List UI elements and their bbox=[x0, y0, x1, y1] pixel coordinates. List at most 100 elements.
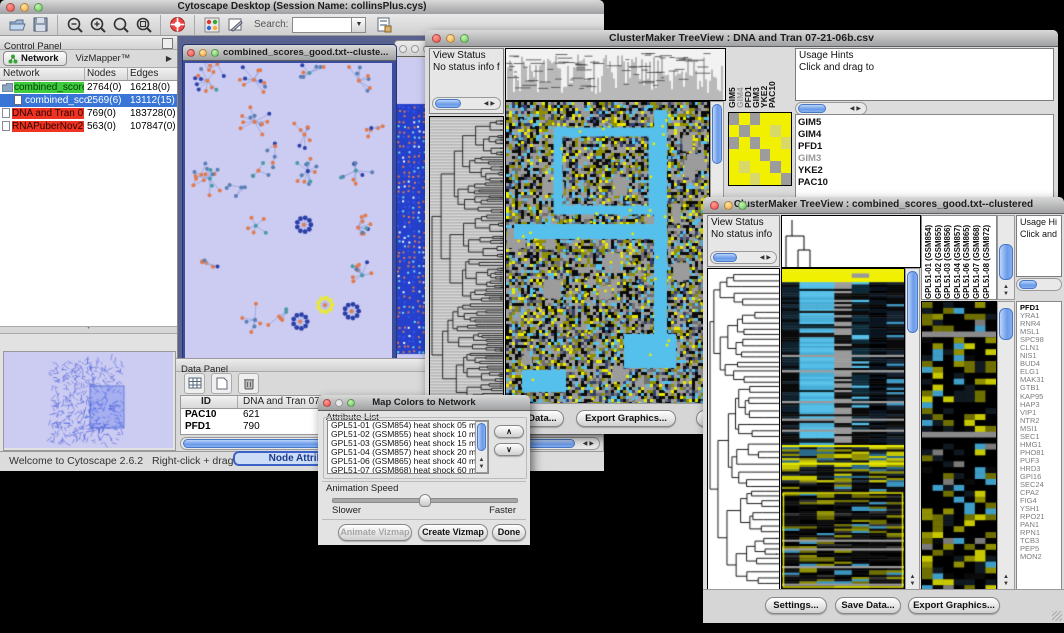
minimize-button[interactable] bbox=[411, 45, 419, 53]
matrix-cell[interactable] bbox=[729, 113, 739, 125]
gene-label[interactable]: PAC10 bbox=[798, 177, 1053, 189]
matrix-cell[interactable] bbox=[729, 173, 739, 185]
col-header-nodes[interactable]: Nodes bbox=[87, 68, 116, 79]
tv1-zoom-heatmap[interactable] bbox=[728, 112, 792, 186]
matrix-cell[interactable] bbox=[770, 161, 780, 173]
zoom-button[interactable] bbox=[347, 399, 355, 407]
matrix-cell[interactable] bbox=[770, 149, 780, 161]
matrix-cell[interactable] bbox=[781, 161, 791, 173]
move-down-button[interactable]: ∨ bbox=[494, 443, 524, 456]
tv2-status-hscrollbar[interactable]: ◀▶ bbox=[710, 251, 777, 264]
tab-vizmapper[interactable]: VizMapper™ bbox=[75, 53, 130, 64]
save-icon[interactable] bbox=[31, 15, 50, 34]
data-row-value[interactable]: 621 bbox=[243, 409, 260, 420]
matrix-cell[interactable] bbox=[729, 125, 739, 137]
delete-attribute-icon[interactable] bbox=[238, 373, 259, 394]
tv2-labels-vscrollbar[interactable]: ▲▼ bbox=[997, 215, 1015, 300]
network-row[interactable]: combined_scores 2764(0) 16218(0) bbox=[0, 81, 177, 94]
gene-label[interactable]: GIM4 bbox=[798, 129, 1053, 141]
tv1-row-dendrogram[interactable] bbox=[429, 116, 504, 408]
animate-vizmap-button[interactable]: Animate Vizmap bbox=[338, 524, 412, 541]
matrix-cell[interactable] bbox=[760, 149, 770, 161]
matrix-cell[interactable] bbox=[781, 149, 791, 161]
matrix-cell[interactable] bbox=[750, 149, 760, 161]
save-data-button[interactable]: Save Data... bbox=[835, 597, 901, 614]
close-button[interactable] bbox=[399, 45, 407, 53]
matrix-cell[interactable] bbox=[760, 125, 770, 137]
matrix-cell[interactable] bbox=[770, 125, 780, 137]
matrix-cell[interactable] bbox=[739, 161, 749, 173]
network-view-canvas[interactable] bbox=[185, 63, 392, 364]
move-up-button[interactable]: ∧ bbox=[494, 425, 524, 438]
matrix-cell[interactable] bbox=[750, 173, 760, 185]
column-label[interactable]: GPL51-07 (GSM868) bbox=[972, 218, 982, 299]
zoom-actual-icon[interactable] bbox=[111, 15, 130, 34]
network-overview[interactable] bbox=[3, 351, 176, 451]
tv2-row-dendrogram[interactable] bbox=[707, 268, 780, 590]
minimize-button[interactable] bbox=[446, 34, 455, 43]
matrix-cell[interactable] bbox=[760, 137, 770, 149]
tv2-usage-hscrollbar[interactable] bbox=[1016, 278, 1062, 291]
column-label[interactable]: GPL51-08 (GSM872) bbox=[982, 218, 992, 299]
close-button[interactable] bbox=[323, 399, 331, 407]
matrix-cell[interactable] bbox=[770, 113, 780, 125]
column-label[interactable]: GPL51-04 (GSM857) bbox=[953, 218, 963, 299]
zoom-button[interactable] bbox=[211, 49, 219, 57]
column-label[interactable]: GPL51-06 (GSM865) bbox=[962, 218, 972, 299]
matrix-cell[interactable] bbox=[781, 125, 791, 137]
zoom-in-icon[interactable] bbox=[88, 15, 107, 34]
matrix-cell[interactable] bbox=[750, 137, 760, 149]
matrix-cell[interactable] bbox=[760, 161, 770, 173]
gene-label[interactable]: PFD1 bbox=[798, 141, 1053, 153]
new-attribute-icon[interactable] bbox=[211, 373, 232, 394]
animation-speed-slider[interactable] bbox=[332, 498, 518, 503]
tab-overflow-arrow[interactable]: ▶ bbox=[166, 54, 172, 63]
zoom-button[interactable] bbox=[738, 201, 747, 210]
minimize-button[interactable] bbox=[20, 3, 29, 12]
search-dropdown-button[interactable]: ▼ bbox=[352, 17, 366, 33]
help-lifering-icon[interactable] bbox=[168, 15, 187, 34]
tv2-heatmap[interactable] bbox=[781, 268, 905, 590]
col-header-edges[interactable]: Edges bbox=[130, 68, 158, 79]
data-row-value[interactable]: 790 bbox=[243, 421, 260, 432]
gene-label[interactable]: GIM5 bbox=[798, 117, 1053, 129]
tv2-heatmap-vscrollbar[interactable]: ▲▼ bbox=[905, 268, 920, 590]
matrix-cell[interactable] bbox=[750, 161, 760, 173]
gene-label[interactable]: YKE2 bbox=[798, 165, 1053, 177]
zoom-button[interactable] bbox=[34, 3, 43, 12]
zoom-fit-icon[interactable] bbox=[134, 15, 153, 34]
done-button[interactable]: Done bbox=[492, 524, 526, 541]
tv2-zoom-vscrollbar[interactable]: ▲▼ bbox=[997, 301, 1015, 590]
matrix-cell[interactable] bbox=[781, 173, 791, 185]
tv1-status-hscrollbar[interactable]: ◀▶ bbox=[432, 97, 501, 110]
matrix-cell[interactable] bbox=[739, 173, 749, 185]
gene-label[interactable]: MON2 bbox=[1020, 553, 1061, 561]
export-graphics-button[interactable]: Export Graphics... bbox=[908, 597, 1000, 614]
matrix-cell[interactable] bbox=[729, 149, 739, 161]
export-graphics-button[interactable]: Export Graphics... bbox=[576, 410, 676, 427]
create-vizmap-button[interactable]: Create Vizmap bbox=[418, 524, 488, 541]
attribute-list-vscrollbar[interactable]: ▲▼ bbox=[475, 421, 488, 473]
zoom-button[interactable] bbox=[460, 34, 469, 43]
network-row[interactable]: RNAPuberNov2+! 563(0) 107847(0) bbox=[0, 120, 177, 133]
matrix-cell[interactable] bbox=[750, 125, 760, 137]
column-label[interactable]: GPL51-03 (GSM856) bbox=[943, 218, 953, 299]
attribute-listbox[interactable]: GPL51-01 (GSM854) heat shock 05 minGPL51… bbox=[327, 420, 489, 474]
column-label[interactable]: GPL51-01 (GSM854) bbox=[924, 218, 934, 299]
attribute-batch-icon[interactable] bbox=[374, 15, 393, 34]
main-title-bar[interactable]: Cytoscape Desktop (Session Name: collins… bbox=[0, 0, 604, 15]
select-attributes-icon[interactable] bbox=[184, 373, 205, 394]
network-overview-canvas[interactable] bbox=[4, 352, 173, 448]
column-label[interactable]: PAC10 bbox=[768, 50, 776, 108]
vizmapper-icon[interactable] bbox=[202, 15, 221, 34]
annotation-icon[interactable] bbox=[225, 15, 244, 34]
search-input[interactable] bbox=[292, 17, 352, 33]
zoom-out-icon[interactable] bbox=[65, 15, 84, 34]
network-row-selected[interactable]: combined_sco 2569(6) 13112(15) bbox=[0, 94, 177, 107]
matrix-cell[interactable] bbox=[760, 113, 770, 125]
data-row-id[interactable]: PAC10 bbox=[185, 409, 217, 420]
tv1-heatmap[interactable] bbox=[505, 101, 710, 408]
matrix-cell[interactable] bbox=[781, 113, 791, 125]
close-button[interactable] bbox=[710, 201, 719, 210]
tv2-zoom-heatmap[interactable] bbox=[921, 301, 997, 590]
